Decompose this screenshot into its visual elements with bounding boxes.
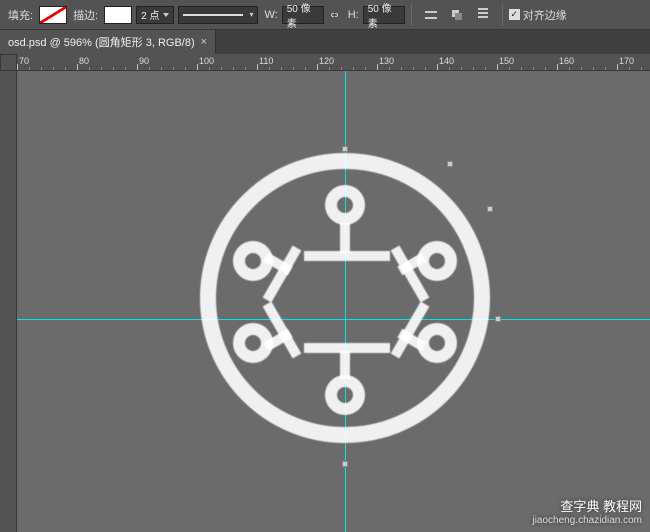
width-label: W: [264, 9, 277, 21]
ruler-tick-label: 80 [79, 56, 89, 66]
ruler-tick-label: 90 [139, 56, 149, 66]
close-icon[interactable]: × [201, 36, 207, 48]
height-input[interactable]: 50 像素 [363, 6, 405, 24]
options-toolbar: 填充: 描边: 2 点 ▾ W: 50 像素 H: 50 像素 ✓ 对齐边缘 [0, 0, 650, 30]
ruler-tick-label: 110 [259, 56, 273, 66]
ruler-origin[interactable] [0, 54, 17, 71]
node-icon [325, 185, 365, 225]
width-input[interactable]: 50 像素 [282, 6, 324, 24]
transform-handle-corner[interactable] [447, 161, 453, 167]
vertical-ruler[interactable] [0, 71, 17, 532]
transform-handle-right[interactable] [495, 316, 501, 322]
ruler-tick-label: 100 [199, 56, 214, 66]
document-tabbar: osd.psd @ 596% (圆角矩形 3, RGB/8) × [0, 30, 650, 54]
transform-handle-top[interactable] [342, 146, 348, 152]
ruler-tick-label: 130 [379, 56, 394, 66]
watermark-title: 查字典 教程网 [532, 496, 642, 515]
ruler-tick-label: 140 [439, 56, 454, 66]
snap-label: 对齐边缘 [523, 7, 567, 23]
watermark: 查字典 教程网 jiaocheng.chazidian.com [532, 496, 642, 526]
ruler-tick-label: 120 [319, 56, 334, 66]
path-arrange-icon[interactable] [446, 4, 468, 26]
snap-checkbox[interactable]: ✓ [509, 9, 520, 20]
path-options-icon[interactable] [472, 4, 494, 26]
connector [340, 351, 350, 379]
stroke-style-dropdown[interactable]: ▾ [178, 6, 258, 24]
ruler-tick-label: 160 [559, 56, 574, 66]
ruler-tick-label: 70 [19, 56, 29, 66]
tab-title: osd.psd @ 596% (圆角矩形 3, RGB/8) [8, 34, 195, 50]
horizontal-ruler[interactable]: 70 80 90 100 110 120 130 140 150 160 170 [17, 54, 650, 71]
fill-swatch[interactable] [39, 6, 67, 24]
canvas-area[interactable] [17, 71, 650, 532]
transform-handle-corner[interactable] [487, 206, 493, 212]
fill-label: 填充: [8, 7, 33, 23]
ruler-tick-label: 150 [499, 56, 514, 66]
node-icon [325, 375, 365, 415]
stroke-label: 描边: [73, 7, 98, 23]
stroke-width-dropdown[interactable]: 2 点 [136, 6, 174, 24]
stroke-swatch[interactable] [104, 6, 132, 24]
shape-artwork [200, 153, 490, 443]
separator [411, 4, 412, 26]
watermark-url: jiaocheng.chazidian.com [532, 515, 642, 526]
connector [340, 223, 350, 253]
document-tab[interactable]: osd.psd @ 596% (圆角矩形 3, RGB/8) × [0, 30, 216, 54]
link-dimensions-icon[interactable] [326, 7, 342, 23]
height-label: H: [348, 9, 359, 21]
path-align-icon[interactable] [420, 4, 442, 26]
transform-handle-bottom[interactable] [342, 461, 348, 467]
separator [502, 4, 503, 26]
ruler-tick-label: 170 [619, 56, 634, 66]
stroke-line-preview [183, 14, 243, 16]
